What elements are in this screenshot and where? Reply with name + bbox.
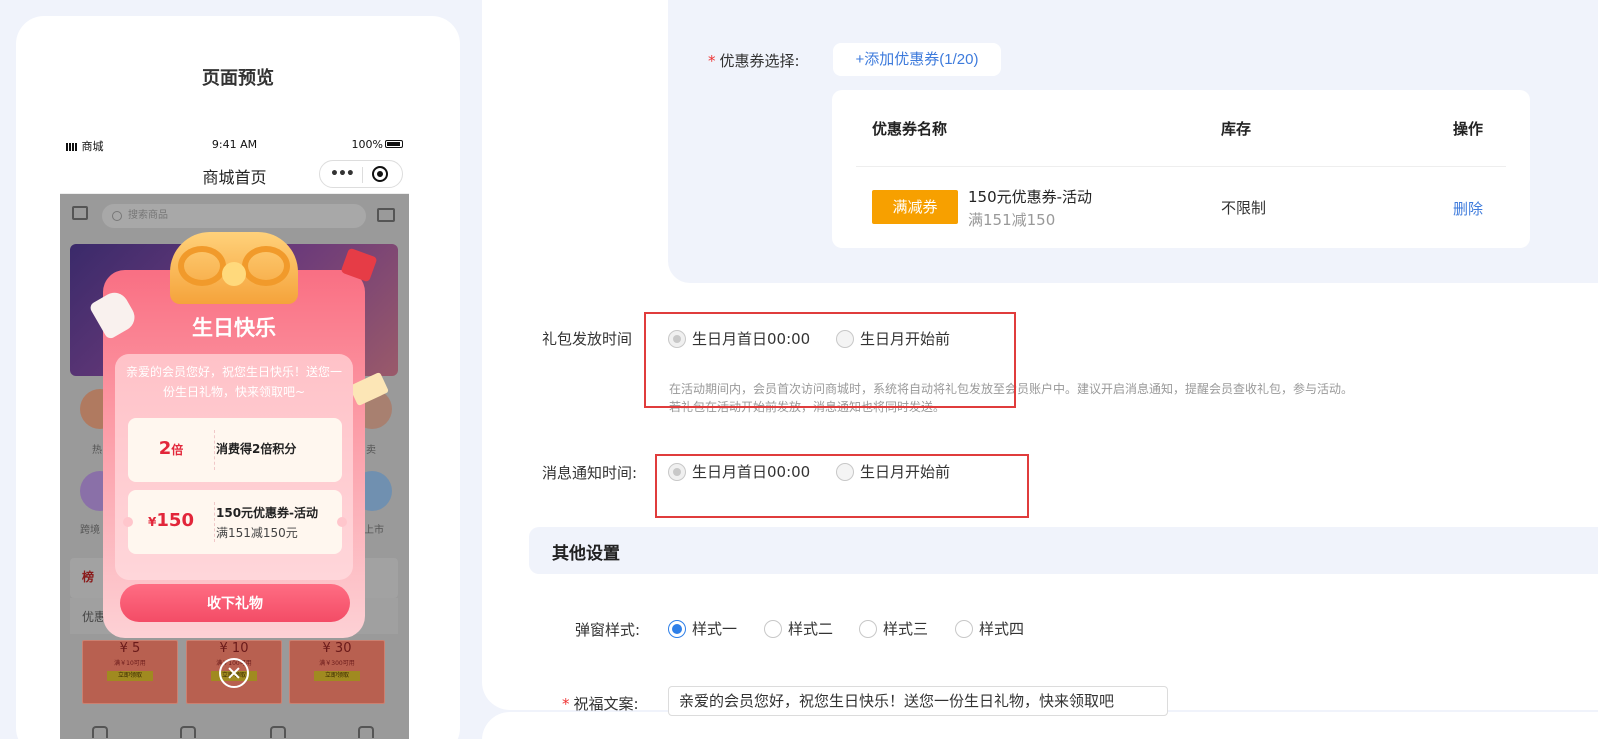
add-coupon-button[interactable]: +添加优惠券(1/20) xyxy=(833,43,1001,76)
radio-icon[interactable] xyxy=(764,619,782,638)
blessing-label: * 祝福文案: xyxy=(562,695,639,713)
category-tab-icon[interactable] xyxy=(180,726,196,738)
benefit-title: 消费得2倍积分 xyxy=(216,442,297,456)
search-input[interactable]: 搜索商品 xyxy=(102,204,366,228)
close-miniprogram-icon[interactable] xyxy=(372,166,388,182)
coupon-condition: 满151减150 xyxy=(968,211,1056,229)
battery-icon xyxy=(385,140,403,148)
more-icon[interactable]: ••• xyxy=(330,166,355,182)
benefit-value: 150 xyxy=(156,510,194,531)
preview-title: 页面预览 xyxy=(202,68,274,89)
gift-knot-icon xyxy=(222,262,246,286)
cart-tab-icon[interactable] xyxy=(270,726,286,738)
collect-gift-button[interactable]: 收下礼物 xyxy=(120,584,350,622)
status-bar: 商城 9:41 AM 100% xyxy=(60,134,409,156)
coupon-stock: 不限制 xyxy=(1221,199,1267,217)
th-coupon-name: 优惠券名称 xyxy=(872,120,948,138)
benefit-coupon: ¥150 150元优惠券-活动 满151减150元 xyxy=(128,490,342,554)
benefit-points: 2倍 消费得2倍积分 xyxy=(128,418,342,482)
popup-style-option-3[interactable]: 样式三 xyxy=(859,618,928,639)
popup-title: 生日快乐 xyxy=(192,316,276,340)
gift-time-label: 礼包发放时间 xyxy=(542,330,633,348)
th-stock: 库存 xyxy=(1221,120,1252,138)
benefit-value: 2 xyxy=(158,438,172,459)
coupon-type-tag: 满减券 xyxy=(872,190,961,224)
highlight-box xyxy=(655,454,1029,518)
scan-icon[interactable] xyxy=(377,208,395,222)
search-row: 搜索商品 xyxy=(60,200,409,230)
highlight-box xyxy=(644,312,1016,408)
coupon-name: 150元优惠券-活动 xyxy=(968,188,1093,206)
mini-coupon[interactable]: ¥ 30 满￥300可用 立即领取 xyxy=(289,640,385,704)
gift-bow-icon xyxy=(242,246,290,286)
popup-style-option-2[interactable]: 样式二 xyxy=(764,618,833,639)
popup-style-option-1[interactable]: 样式一 xyxy=(668,618,737,639)
benefit-sub: 满151减150元 xyxy=(216,526,298,540)
radio-icon[interactable] xyxy=(955,619,973,638)
benefit-title: 150元优惠券-活动 xyxy=(216,506,319,520)
shop-icon[interactable] xyxy=(72,206,88,220)
home-tab-icon[interactable] xyxy=(92,726,108,738)
settings-panel-next xyxy=(482,712,1598,739)
popup-message: 亲爱的会员您好，祝您生日快乐！送您一份生日礼物，快来领取吧~ xyxy=(125,365,342,399)
mini-coupon[interactable]: ¥ 5 满￥10可用 立即领取 xyxy=(82,640,178,704)
profile-tab-icon[interactable] xyxy=(358,726,374,738)
coupon-select-label: * 优惠券选择: xyxy=(708,52,800,70)
other-settings-section xyxy=(529,527,1598,574)
category-label: 跨境 xyxy=(80,525,100,536)
benefit-unit: 倍 xyxy=(171,443,184,457)
category-label: 卖 xyxy=(366,445,376,456)
tab-bar xyxy=(60,722,409,739)
radio-icon[interactable] xyxy=(859,619,877,638)
category-label: 热 xyxy=(92,445,102,456)
capsule-menu[interactable]: ••• xyxy=(319,160,403,188)
popup-style-option-4[interactable]: 样式四 xyxy=(955,618,1024,639)
coupon-table: 优惠券名称 库存 操作 满减券 150元优惠券-活动 满151减150 不限制 … xyxy=(832,90,1530,248)
th-action: 操作 xyxy=(1453,120,1484,138)
section-title: 其他设置 xyxy=(552,544,620,564)
battery-level: 100% xyxy=(351,138,383,151)
popup-style-label: 弹窗样式: xyxy=(575,621,641,639)
blessing-input[interactable]: 亲爱的会员您好，祝您生日快乐！送您一份生日礼物，快来领取吧 xyxy=(668,686,1168,716)
notify-time-label: 消息通知时间: xyxy=(542,464,638,482)
delete-coupon-button[interactable]: 删除 xyxy=(1453,198,1483,219)
rank-label: 榜 xyxy=(82,570,95,584)
close-icon[interactable] xyxy=(219,658,249,688)
mini-nav-bar: 商城首页 ••• xyxy=(60,156,409,194)
category-label: 上市 xyxy=(364,525,384,536)
radio-icon[interactable] xyxy=(668,619,686,638)
gift-bow-icon xyxy=(178,246,226,286)
